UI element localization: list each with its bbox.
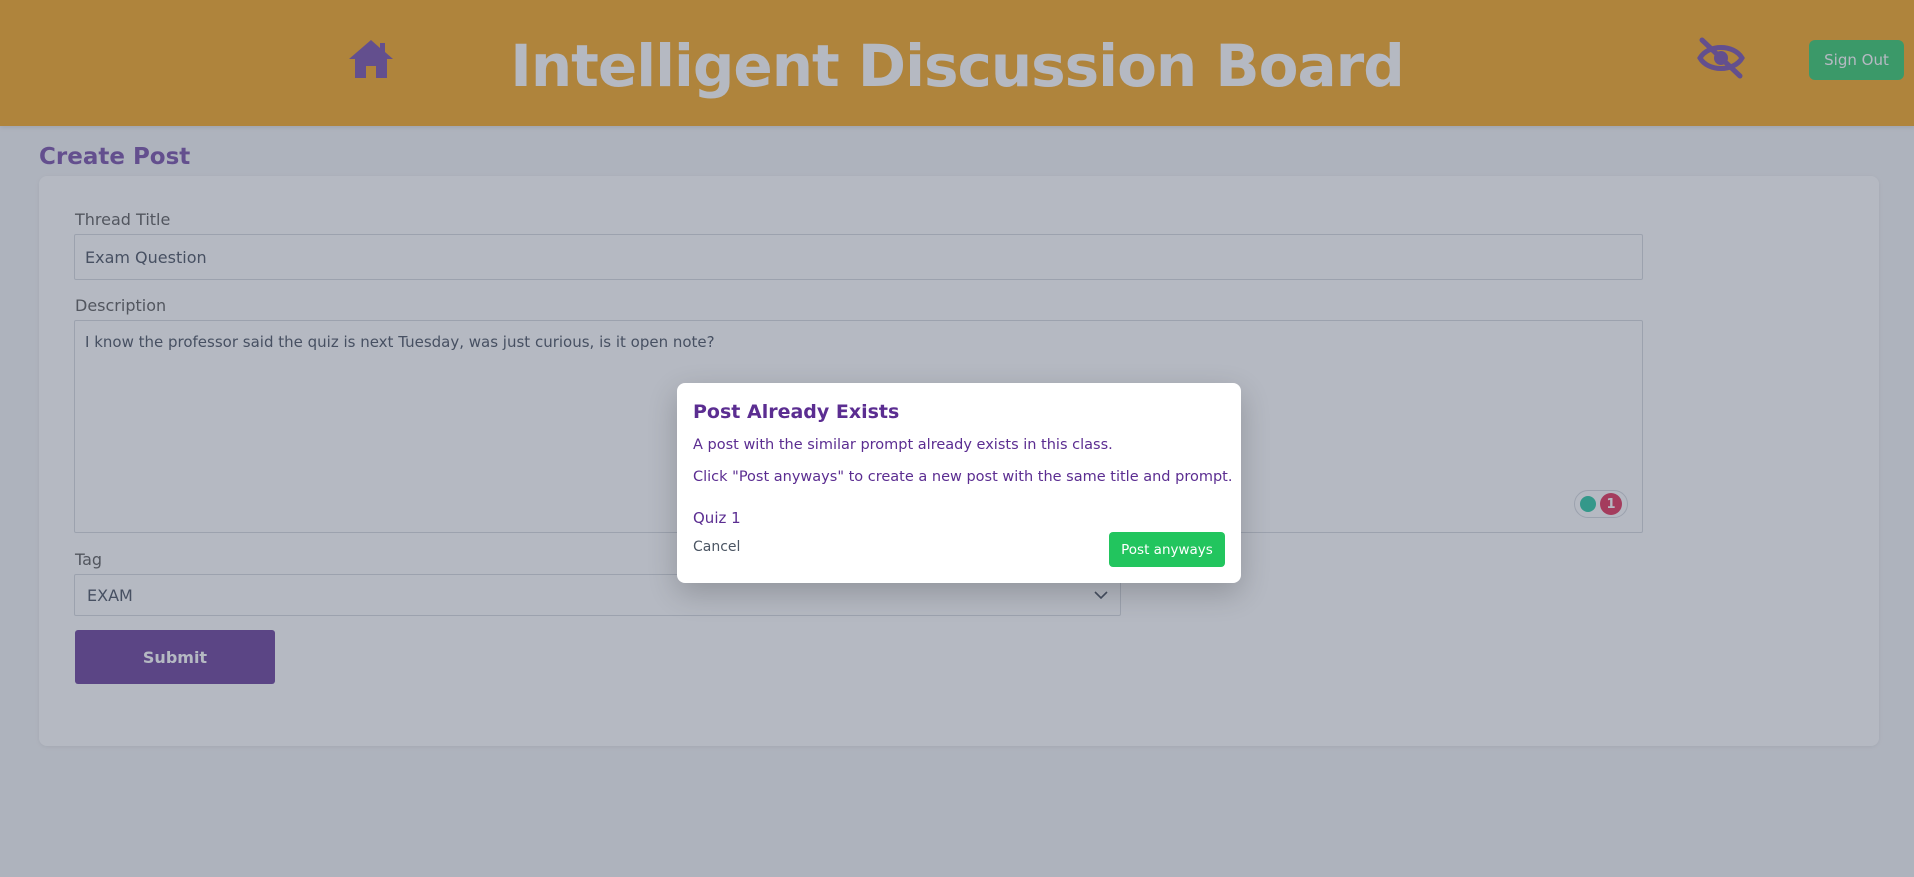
duplicate-post-dialog: Post Already Exists A post with the simi… — [677, 383, 1241, 583]
dialog-title: Post Already Exists — [693, 401, 900, 423]
post-anyways-button[interactable]: Post anyways — [1109, 532, 1225, 567]
dialog-message: A post with the similar prompt already e… — [693, 437, 1113, 453]
dialog-instruction: Click "Post anyways" to create a new pos… — [693, 469, 1233, 485]
cancel-button[interactable]: Cancel — [693, 539, 740, 555]
existing-post-link[interactable]: Quiz 1 — [693, 509, 741, 527]
